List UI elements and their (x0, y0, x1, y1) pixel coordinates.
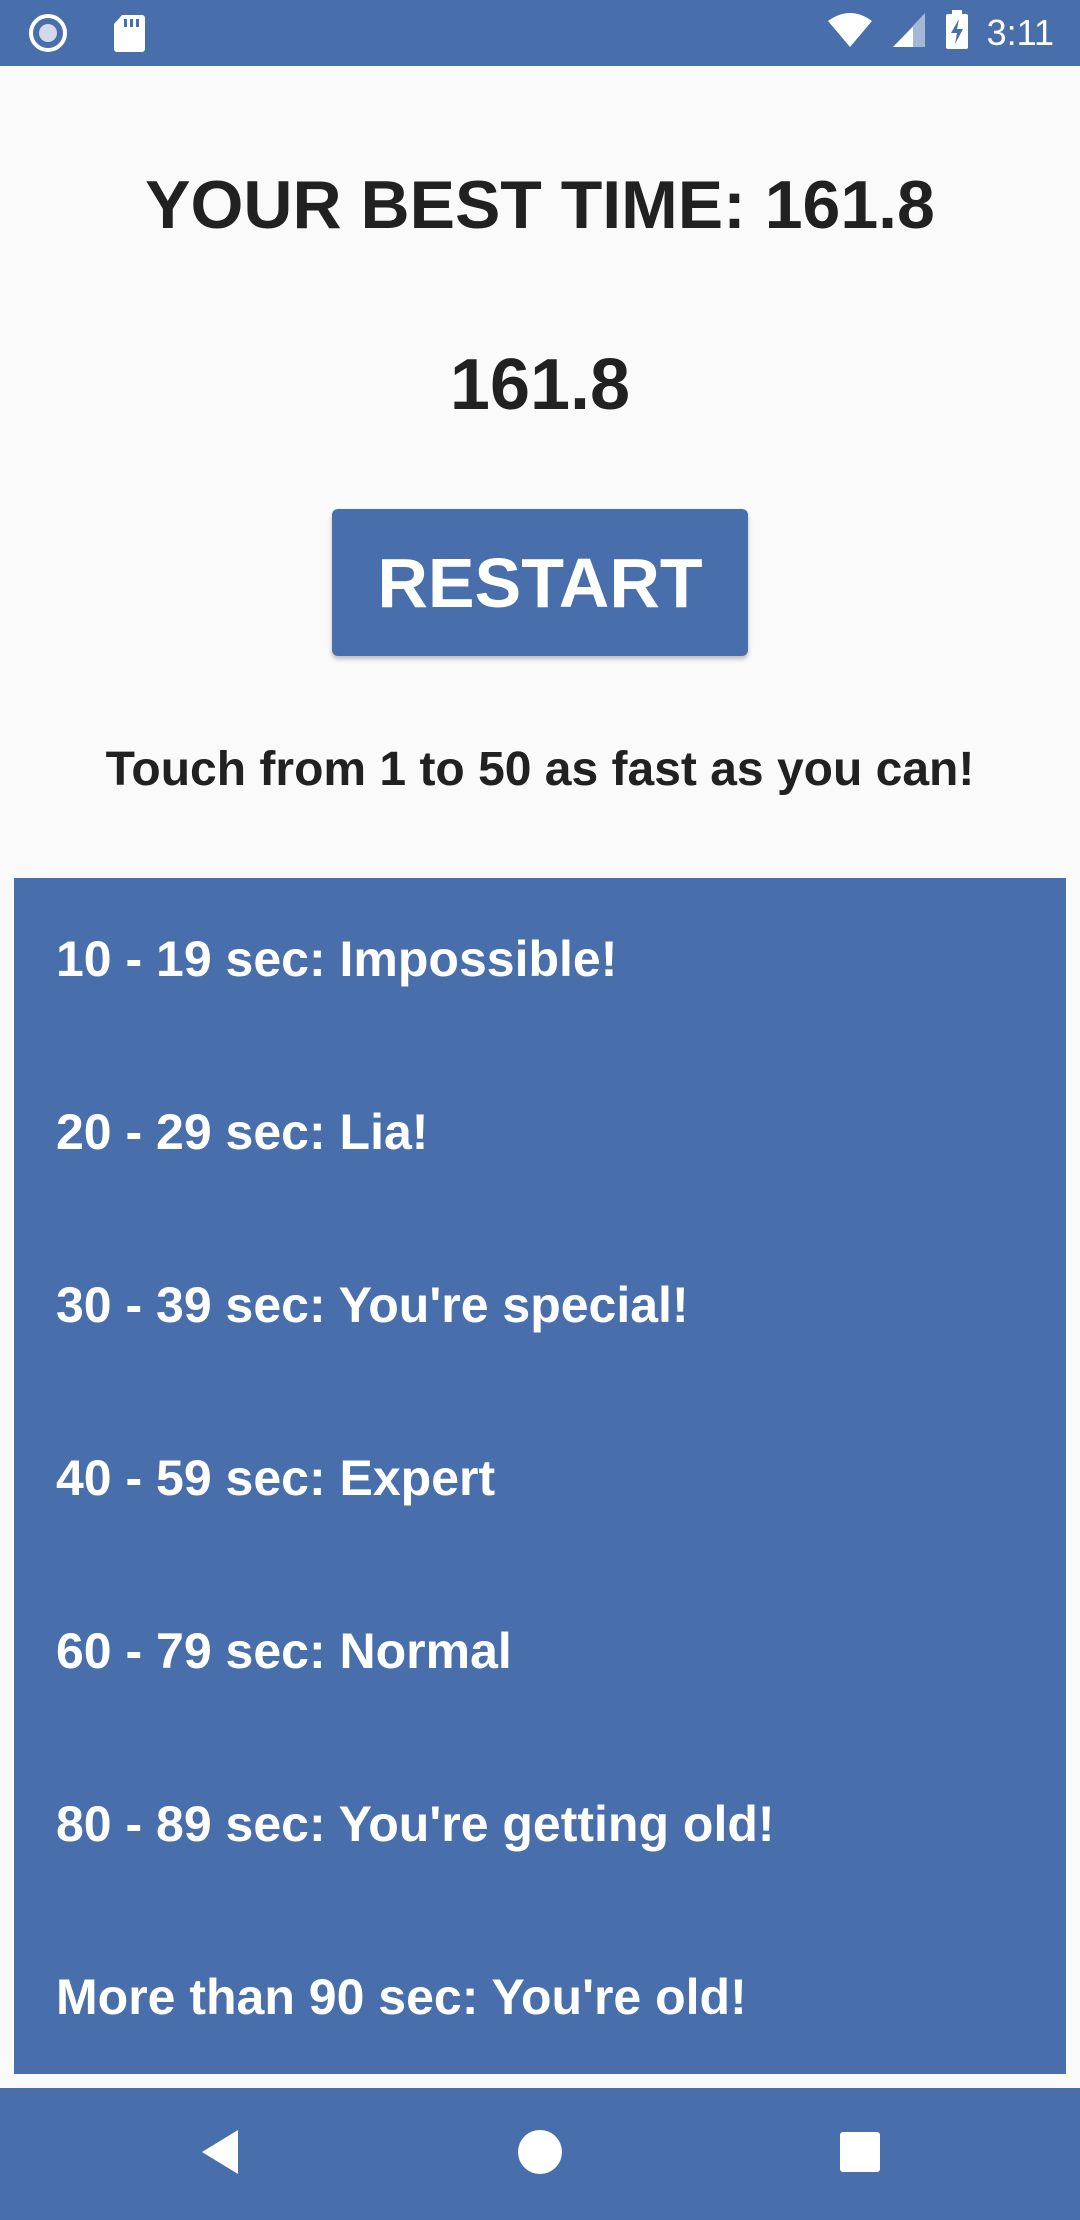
status-time: 3:11 (986, 11, 1054, 53)
status-left-icons (28, 13, 146, 58)
ranking-item: 20 - 29 sec: Lia! (56, 1104, 429, 1160)
home-icon (517, 2129, 563, 2180)
status-bar: 3:11 (0, 0, 1080, 66)
ranking-item: 60 - 79 sec: Normal (56, 1623, 512, 1679)
recents-icon (839, 2131, 881, 2178)
back-icon (198, 2127, 242, 2182)
status-right-icons: 3:11 (827, 10, 1054, 55)
home-button[interactable] (500, 2114, 580, 2194)
ranking-item: 30 - 39 sec: You're special! (56, 1277, 689, 1333)
cell-signal-icon (891, 11, 927, 54)
restart-button[interactable]: RESTART (332, 509, 748, 656)
instruction-text: Touch from 1 to 50 as fast as you can! (105, 743, 975, 796)
ranking-item: More than 90 sec: You're old! (56, 1969, 747, 2025)
back-button[interactable] (180, 2114, 260, 2194)
recents-button[interactable] (820, 2114, 900, 2194)
ranking-item: 40 - 59 sec: Expert (56, 1450, 496, 1506)
app-screen: 3:11 YOUR BEST TIME: 161.8 161.8 RESTART… (0, 0, 1080, 2220)
battery-charging-icon (945, 10, 969, 55)
sd-card-icon (112, 13, 146, 58)
best-time-label: YOUR BEST TIME: 161.8 (145, 167, 935, 243)
navigation-bar (0, 2088, 1080, 2220)
ranking-item: 10 - 19 sec: Impossible! (56, 931, 618, 987)
wifi-icon (827, 11, 873, 54)
ranking-panel: 10 - 19 sec: Impossible! 20 - 29 sec: Li… (14, 878, 1066, 2074)
current-time-value: 161.8 (449, 345, 631, 425)
circle-notification-icon (28, 13, 68, 58)
ranking-item: 80 - 89 sec: You're getting old! (56, 1796, 775, 1852)
